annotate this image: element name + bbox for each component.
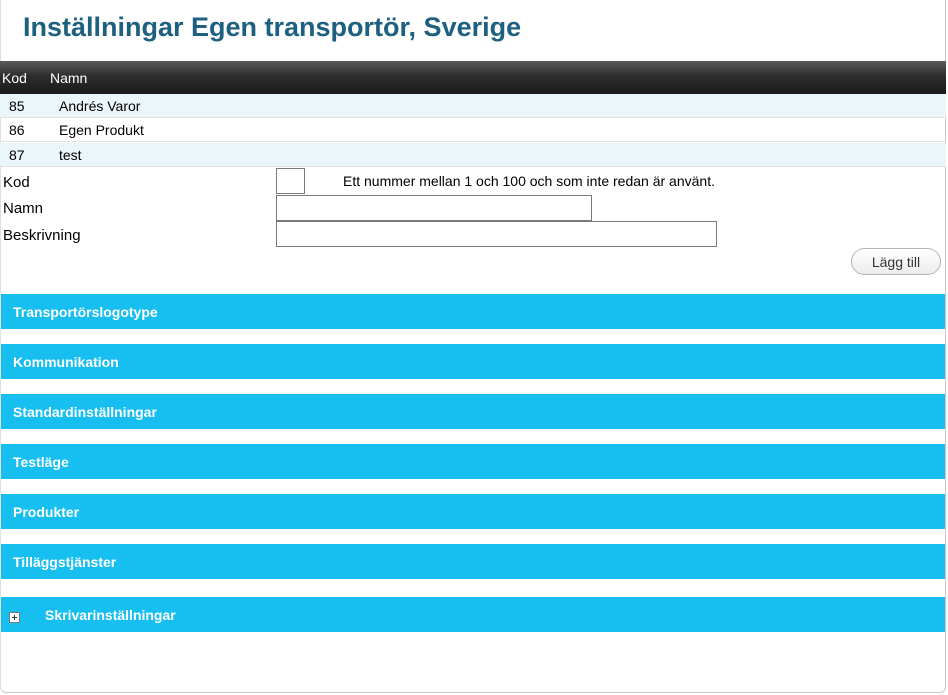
table-header: Kod Namn — [0, 61, 946, 94]
plus-icon[interactable] — [9, 612, 20, 623]
section-title: Skrivarinställningar — [45, 607, 176, 623]
row-code: 87 — [9, 147, 25, 163]
code-input[interactable] — [276, 168, 305, 194]
section-title: Produkter — [13, 504, 80, 520]
row-code: 86 — [9, 122, 25, 138]
add-button[interactable]: Lägg till — [851, 248, 941, 275]
section-title: Testläge — [13, 454, 69, 470]
row-name: Andrés Varor — [59, 98, 141, 114]
column-header-name: Namn — [50, 70, 88, 86]
table-row[interactable]: 87 test — [0, 143, 946, 167]
row-name: Egen Produkt — [59, 122, 144, 138]
code-label: Kod — [3, 174, 30, 191]
page-title: Inställningar Egen transportör, Sverige — [23, 12, 522, 42]
column-header-code: Kod — [2, 70, 27, 86]
description-input[interactable] — [276, 221, 717, 247]
section-standardinstallningar[interactable]: Standardinställningar — [1, 394, 945, 429]
section-produkter[interactable]: Produkter — [1, 494, 945, 529]
section-transportorslogotype[interactable]: Transportörslogotype — [1, 294, 945, 329]
table-row[interactable]: 86 Egen Produkt — [0, 118, 946, 142]
row-name: test — [59, 147, 82, 163]
code-hint: Ett nummer mellan 1 och 100 och som inte… — [343, 173, 715, 189]
name-label: Namn — [3, 200, 44, 217]
section-title: Transportörslogotype — [13, 304, 158, 320]
section-title: Tilläggstjänster — [13, 554, 117, 570]
section-tillaggstjanster[interactable]: Tilläggstjänster — [1, 544, 945, 579]
description-label: Beskrivning — [3, 227, 81, 244]
section-skrivarinstallningar[interactable]: Skrivarinställningar — [1, 597, 945, 632]
section-testlage[interactable]: Testläge — [1, 444, 945, 479]
section-kommunikation[interactable]: Kommunikation — [1, 344, 945, 379]
table-row[interactable]: 85 Andrés Varor — [0, 94, 946, 118]
name-input[interactable] — [276, 195, 592, 221]
section-title: Standardinställningar — [13, 404, 157, 420]
row-code: 85 — [9, 98, 25, 114]
section-title: Kommunikation — [13, 354, 119, 370]
